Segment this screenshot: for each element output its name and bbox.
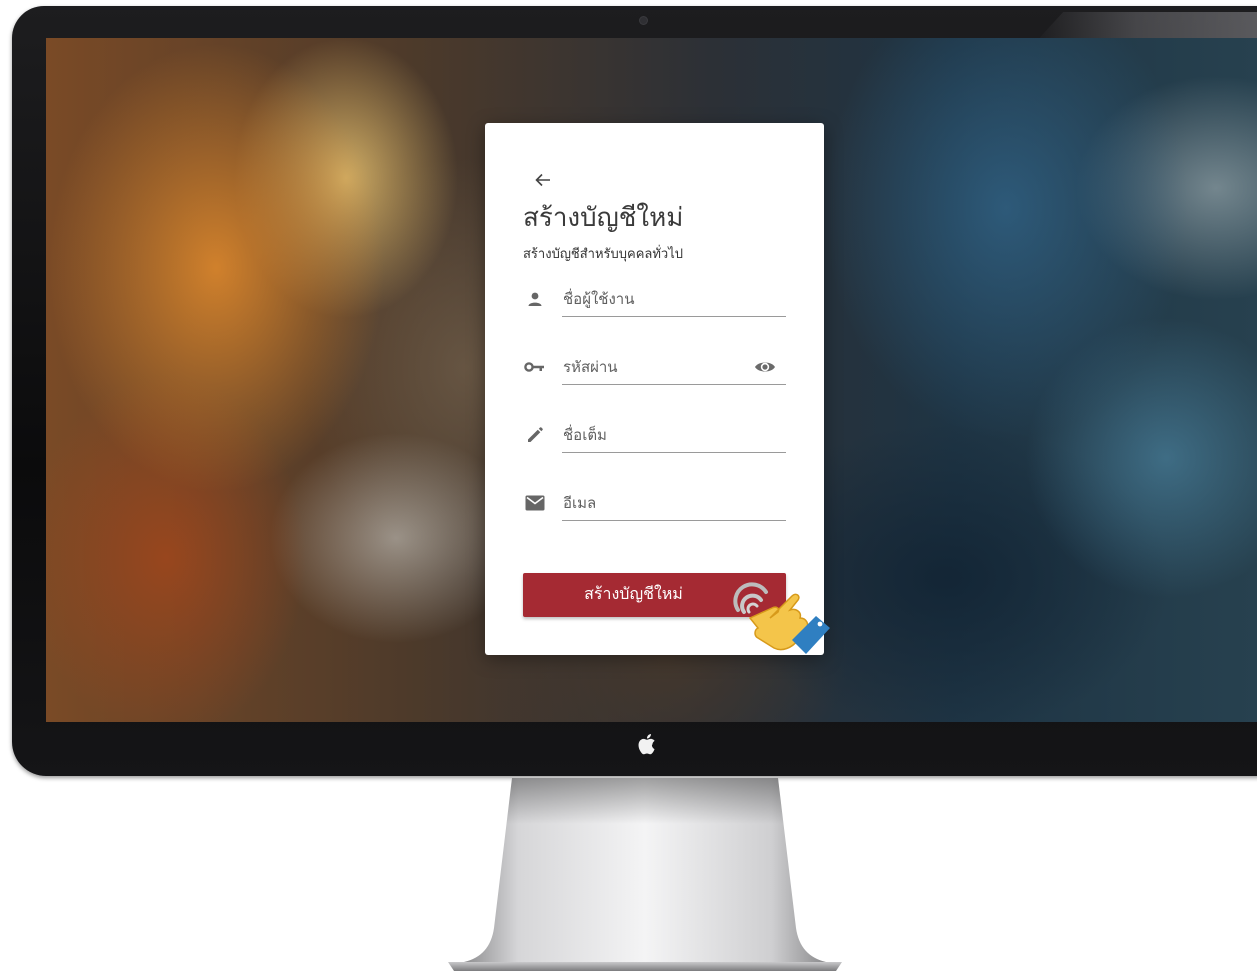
page-title: สร้างบัญชีใหม่	[523, 203, 684, 233]
fullname-input[interactable]	[562, 420, 786, 453]
password-field-row	[522, 352, 786, 386]
monitor-stand	[448, 778, 842, 971]
eye-icon[interactable]	[754, 358, 776, 376]
email-field-row	[522, 488, 786, 522]
username-field-row	[522, 284, 786, 318]
pencil-icon	[522, 424, 548, 446]
email-input[interactable]	[562, 488, 786, 521]
username-input[interactable]	[562, 284, 786, 317]
tap-hand-icon	[733, 582, 830, 654]
camera-icon	[640, 17, 647, 24]
page-subtitle: สร้างบัญชีสำหรับบุคคลทั่วไป	[523, 247, 684, 262]
person-icon	[522, 288, 548, 310]
envelope-icon	[522, 492, 548, 514]
key-icon	[522, 356, 548, 378]
back-button[interactable]	[533, 170, 553, 190]
fullname-field-row	[522, 420, 786, 454]
arrow-left-icon	[535, 173, 550, 187]
password-input[interactable]	[562, 352, 786, 385]
apple-logo-icon	[638, 734, 655, 755]
